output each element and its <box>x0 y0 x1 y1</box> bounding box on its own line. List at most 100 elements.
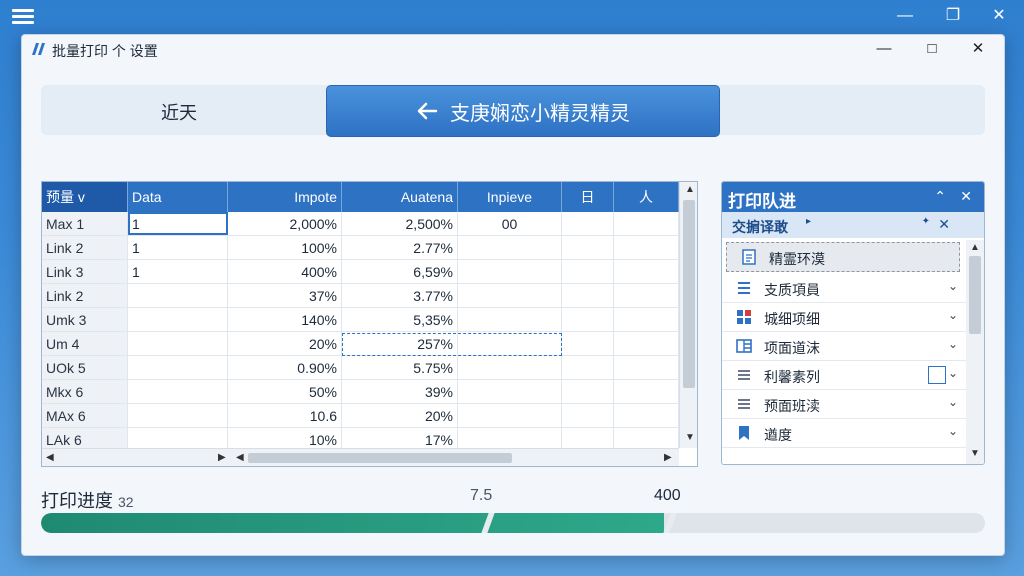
column-header[interactable]: 人 <box>614 182 679 212</box>
minimize-icon[interactable]: — <box>890 4 920 28</box>
chevron-down-icon[interactable]: ⌄ <box>948 279 958 293</box>
chevron-down-icon[interactable]: ⌄ <box>948 308 958 322</box>
table-cell[interactable] <box>562 404 614 427</box>
table-cell[interactable] <box>562 380 614 403</box>
table-cell[interactable] <box>614 332 679 355</box>
queue-scroll-up-icon[interactable]: ▲ <box>970 242 980 253</box>
table-cell[interactable] <box>614 308 679 331</box>
table-cell[interactable] <box>614 212 679 235</box>
row-header[interactable]: Link 2 <box>42 284 128 307</box>
row-header[interactable]: Umk 3 <box>42 308 128 331</box>
table-cell[interactable] <box>458 356 562 379</box>
table-row[interactable]: MAx 6 10.6 20% <box>42 404 679 428</box>
chevron-down-icon[interactable]: ⌄ <box>948 395 958 409</box>
scroll-up-icon[interactable]: ▲ <box>685 184 695 195</box>
table-cell[interactable] <box>128 380 228 403</box>
toolbar-left-text[interactable]: 近天 <box>161 99 197 125</box>
table-cell[interactable]: 400% <box>228 260 342 283</box>
subheader-close-icon[interactable]: ✕ <box>938 216 950 233</box>
queue-item[interactable]: 遒度 ⌄ <box>722 419 966 448</box>
table-row[interactable]: Mkx 6 50% 39% <box>42 380 679 404</box>
table-cell[interactable] <box>458 380 562 403</box>
table-cell[interactable] <box>562 236 614 259</box>
table-row[interactable]: Link 3 1 400% 6,59% <box>42 260 679 284</box>
table-cell[interactable]: 5.75% <box>342 356 458 379</box>
horizontal-scroll-thumb[interactable] <box>248 453 512 463</box>
table-row[interactable]: Max 1 1 2,000% 2,500% 00 <box>42 212 679 236</box>
column-header[interactable]: Impote <box>228 182 342 212</box>
table-cell[interactable] <box>614 356 679 379</box>
table-cell[interactable] <box>458 404 562 427</box>
row-header[interactable]: Link 3 <box>42 260 128 283</box>
dialog-maximize-icon[interactable]: □ <box>918 38 946 60</box>
queue-item[interactable]: 支质項員 ⌄ <box>722 274 966 303</box>
table-cell[interactable]: 5,35% <box>342 308 458 331</box>
table-row[interactable]: Um 4 20% 257% <box>42 332 679 356</box>
table-cell[interactable]: 1 <box>128 212 228 235</box>
row-header[interactable]: Mkx 6 <box>42 380 128 403</box>
table-cell[interactable]: 39% <box>342 380 458 403</box>
table-cell[interactable]: 20% <box>228 332 342 355</box>
table-cell[interactable] <box>562 260 614 283</box>
table-cell[interactable] <box>128 308 228 331</box>
row-header[interactable]: UOk 5 <box>42 356 128 379</box>
row-header[interactable]: Max 1 <box>42 212 128 235</box>
table-cell[interactable] <box>458 308 562 331</box>
table-cell[interactable] <box>458 332 562 355</box>
table-cell[interactable] <box>562 284 614 307</box>
main-action-button[interactable]: 支庚娴恋小精灵精灵 <box>326 85 720 137</box>
table-cell[interactable] <box>614 236 679 259</box>
table-cell[interactable] <box>562 212 614 235</box>
collapse-icon[interactable]: ⌃ <box>934 188 946 205</box>
dialog-close-icon[interactable]: ✕ <box>964 38 992 60</box>
column-header[interactable]: Inpieve <box>458 182 562 212</box>
table-cell[interactable]: 2.77% <box>342 236 458 259</box>
table-cell[interactable] <box>458 260 562 283</box>
table-cell[interactable] <box>614 404 679 427</box>
table-cell[interactable]: 1 <box>128 236 228 259</box>
queue-item[interactable]: 利馨素列 ⌄ <box>722 361 966 390</box>
scroll-right-small-icon[interactable]: ▶ <box>218 452 226 463</box>
row-header[interactable]: MAx 6 <box>42 404 128 427</box>
column-header[interactable]: 预量 v <box>42 182 128 212</box>
chevron-down-icon[interactable]: ⌄ <box>948 337 958 351</box>
table-cell[interactable]: 140% <box>228 308 342 331</box>
table-cell[interactable]: 257% <box>342 332 458 355</box>
horizontal-scrollbar[interactable]: ◀ ▶ ◀ ▶ <box>42 448 679 466</box>
table-cell[interactable]: 6,59% <box>342 260 458 283</box>
table-cell[interactable] <box>614 380 679 403</box>
table-cell[interactable]: 10.6 <box>228 404 342 427</box>
queue-item[interactable]: 精霊环漠 <box>726 242 960 272</box>
dialog-minimize-icon[interactable]: — <box>870 38 898 60</box>
scroll-down-icon[interactable]: ▼ <box>685 432 695 443</box>
table-cell[interactable] <box>128 404 228 427</box>
table-cell[interactable]: 20% <box>342 404 458 427</box>
row-header[interactable]: Um 4 <box>42 332 128 355</box>
queue-item-checkbox[interactable] <box>928 366 946 384</box>
vertical-scrollbar[interactable]: ▲ ▼ <box>679 182 697 448</box>
table-cell[interactable] <box>128 356 228 379</box>
column-header[interactable]: Data <box>128 182 228 212</box>
queue-item[interactable]: 城细项细 ⌄ <box>722 303 966 332</box>
scroll-left-icon[interactable]: ◀ <box>46 452 54 463</box>
table-cell[interactable] <box>614 260 679 283</box>
queue-close-icon[interactable]: ✕ <box>960 188 972 205</box>
table-cell[interactable]: 2,500% <box>342 212 458 235</box>
table-cell[interactable] <box>562 332 614 355</box>
hamburger-menu-icon[interactable] <box>12 6 34 26</box>
chevron-down-icon[interactable]: ⌄ <box>948 366 958 380</box>
table-cell[interactable]: 50% <box>228 380 342 403</box>
table-cell[interactable] <box>128 284 228 307</box>
column-header[interactable]: 日 <box>562 182 614 212</box>
table-cell[interactable]: 100% <box>228 236 342 259</box>
table-cell[interactable]: 2,000% <box>228 212 342 235</box>
table-cell[interactable] <box>562 356 614 379</box>
table-cell[interactable] <box>614 284 679 307</box>
queue-scroll-down-icon[interactable]: ▼ <box>970 448 980 459</box>
table-cell[interactable]: 0.90% <box>228 356 342 379</box>
queue-scrollbar[interactable]: ▲ ▼ <box>966 240 984 464</box>
table-cell[interactable] <box>562 308 614 331</box>
row-header[interactable]: Link 2 <box>42 236 128 259</box>
table-row[interactable]: Link 2 37% 3.77% <box>42 284 679 308</box>
chevron-down-icon[interactable]: ⌄ <box>948 424 958 438</box>
